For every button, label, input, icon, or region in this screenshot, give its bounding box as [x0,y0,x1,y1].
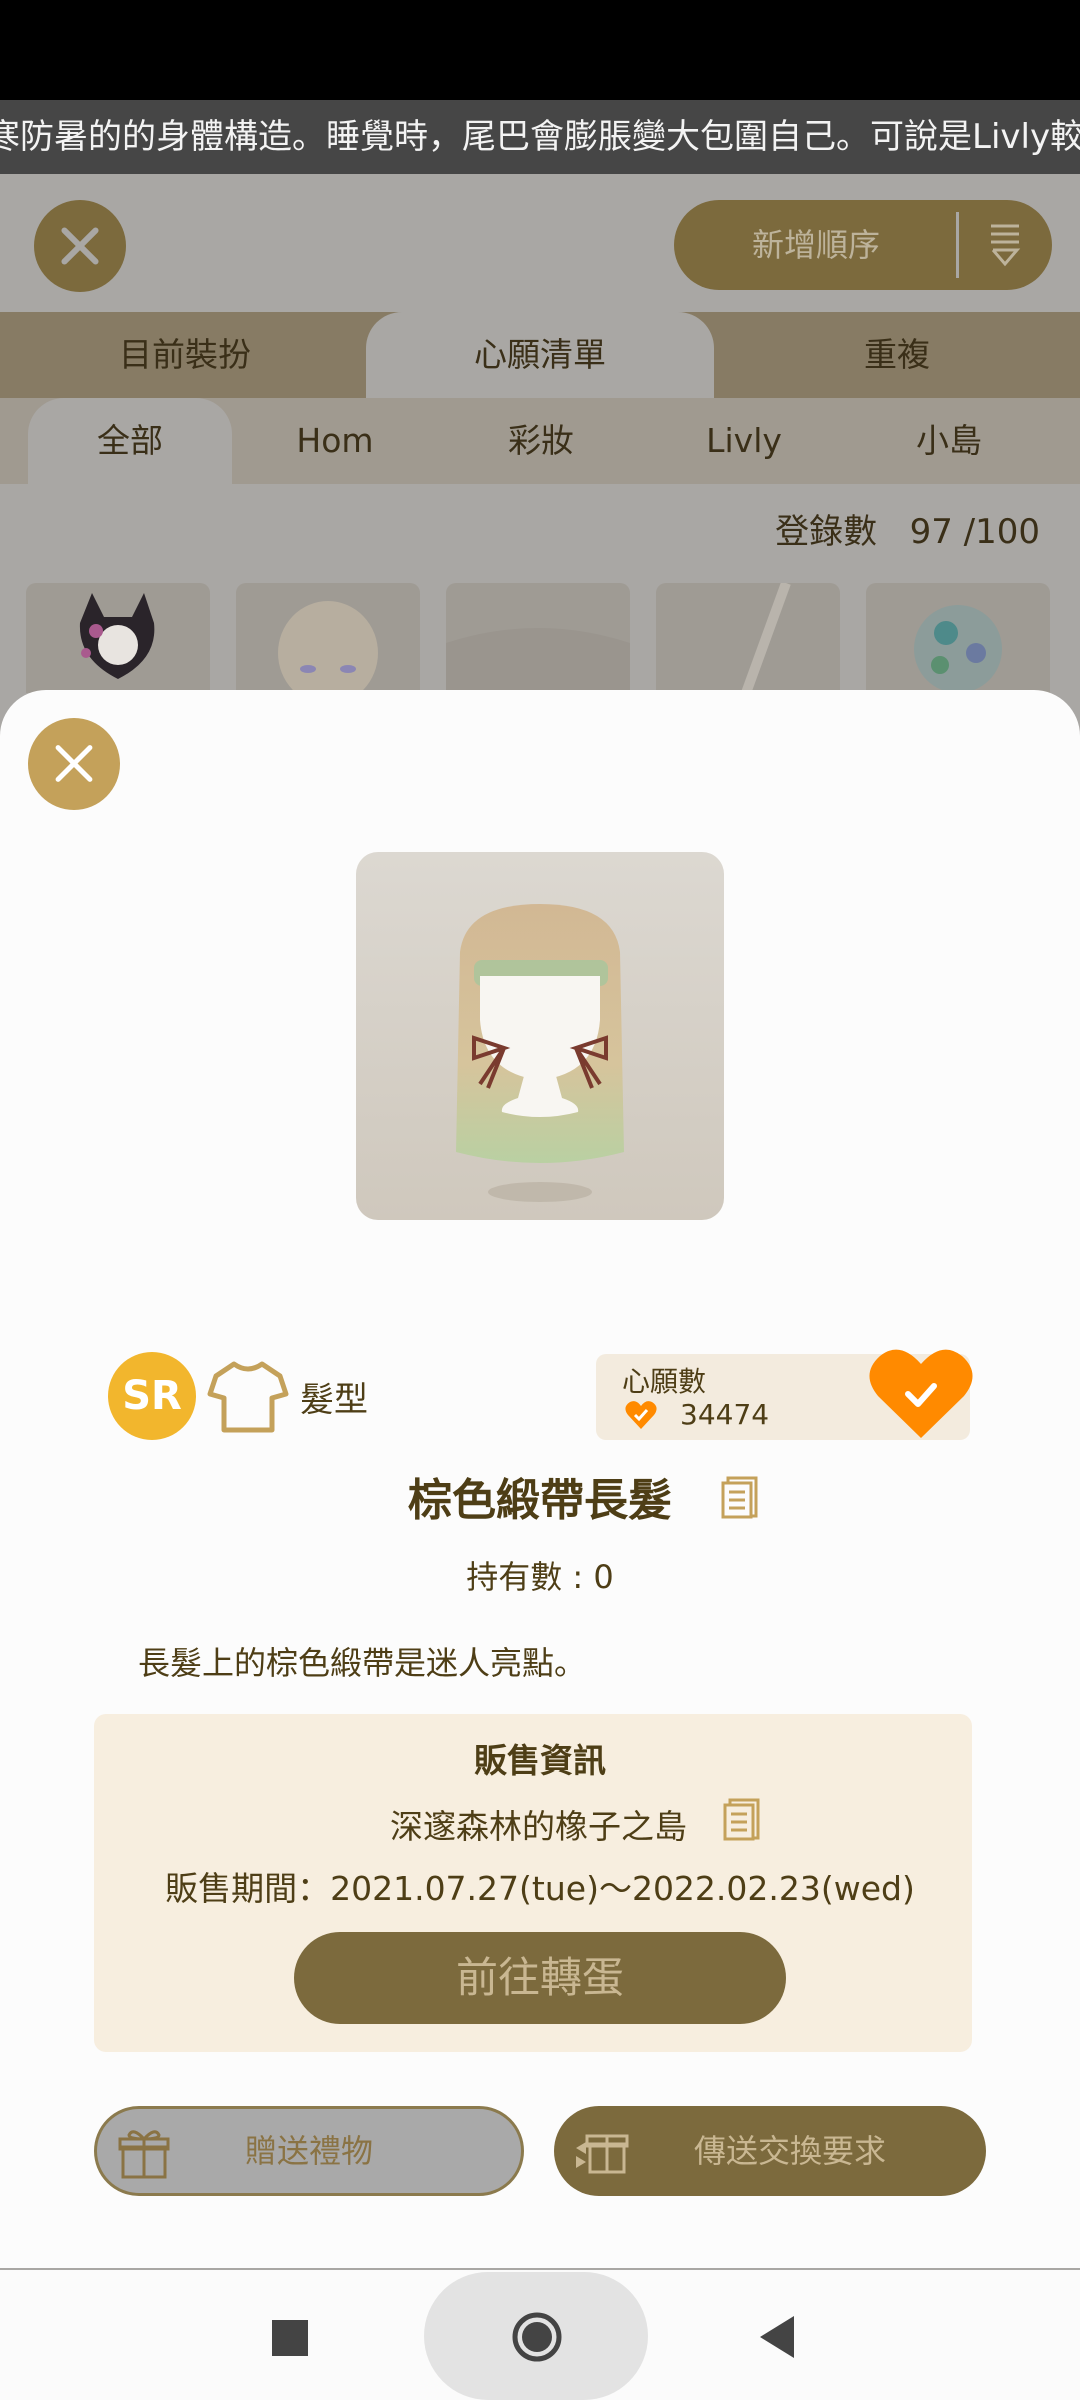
nav-home-icon[interactable] [510,2310,564,2364]
nav-recent-icon[interactable] [272,2320,308,2356]
wishlist-heart-button[interactable] [868,1346,974,1442]
wishlist-item-thumb[interactable] [866,583,1050,693]
item-description: 長髮上的棕色緞帶是迷人亮點。 [138,1644,587,1682]
sub-tab-bar: 全部 Hom 彩妝 Livly 小島 [0,398,1080,484]
close-icon[interactable] [28,718,120,810]
tab-duplicates[interactable]: 重複 [714,312,1080,398]
status-bar [0,0,1080,100]
item-preview-image [356,852,724,1220]
wishlist-item-thumb[interactable] [446,583,630,693]
wishlist-item-thumb[interactable] [236,583,420,705]
wishlist-item-thumb[interactable] [26,583,210,693]
document-icon[interactable] [720,1474,760,1520]
nav-back-icon[interactable] [758,2314,798,2360]
send-trade-request-button[interactable]: 傳送交換要求 [554,2106,986,2196]
shirt-icon [206,1356,290,1438]
subtab-hom[interactable]: Hom [232,398,438,484]
wish-count-value: 34474 [680,1398,770,1431]
owned-count: 持有數 : 0 [466,1558,614,1596]
main-tab-bar: 目前裝扮 心願清單 重複 [0,312,1080,398]
tab-current-outfit[interactable]: 目前裝扮 [0,312,370,398]
go-to-gacha-button[interactable]: 前往轉蛋 [294,1932,786,2024]
subtab-makeup[interactable]: 彩妝 [438,398,644,484]
registration-value: 97 /100 [909,512,1040,552]
wishlist-item-thumb[interactable] [656,581,840,695]
document-icon[interactable] [722,1796,762,1842]
rarity-badge: SR [108,1352,196,1440]
subtab-all[interactable]: 全部 [28,398,232,484]
ticker-text: 寒防暑的的身體構造。睡覺時，尾巴會膨脹變大包圍自己。可說是Livly較 [0,117,1080,157]
heart-icon [624,1398,658,1432]
registration-count: 登錄數 97 /100 [700,504,1040,553]
close-icon[interactable] [34,200,126,292]
sale-info-title: 販售資訊 [474,1741,606,1780]
wish-count-label: 心願數 [622,1365,707,1398]
sale-location: 深邃森林的橡子之島 [390,1807,687,1846]
category-label: 髮型 [300,1380,368,1420]
add-order-button[interactable]: 新增順序 [674,200,1052,290]
send-trade-request-label: 傳送交換要求 [693,2132,886,2170]
add-order-label: 新增順序 [751,226,880,264]
send-gift-button[interactable]: 贈送禮物 [94,2106,524,2196]
sort-icon[interactable] [972,200,1038,290]
tab-wishlist[interactable]: 心願清單 [366,312,714,398]
button-divider [956,212,959,278]
subtab-livly[interactable]: Livly [644,398,844,484]
sale-period: 販售期間：2021.07.27(tue)～2022.02.23(wed) [165,1869,915,1908]
subtab-island[interactable]: 小島 [844,398,1054,484]
registration-label: 登錄數 [775,512,878,552]
announcement-ticker: 寒防暑的的身體構造。睡覺時，尾巴會膨脹變大包圍自己。可說是Livly較 [0,100,1080,174]
send-gift-label: 贈送禮物 [244,2132,373,2170]
item-name: 棕色緞帶長髮 [408,1475,672,1526]
